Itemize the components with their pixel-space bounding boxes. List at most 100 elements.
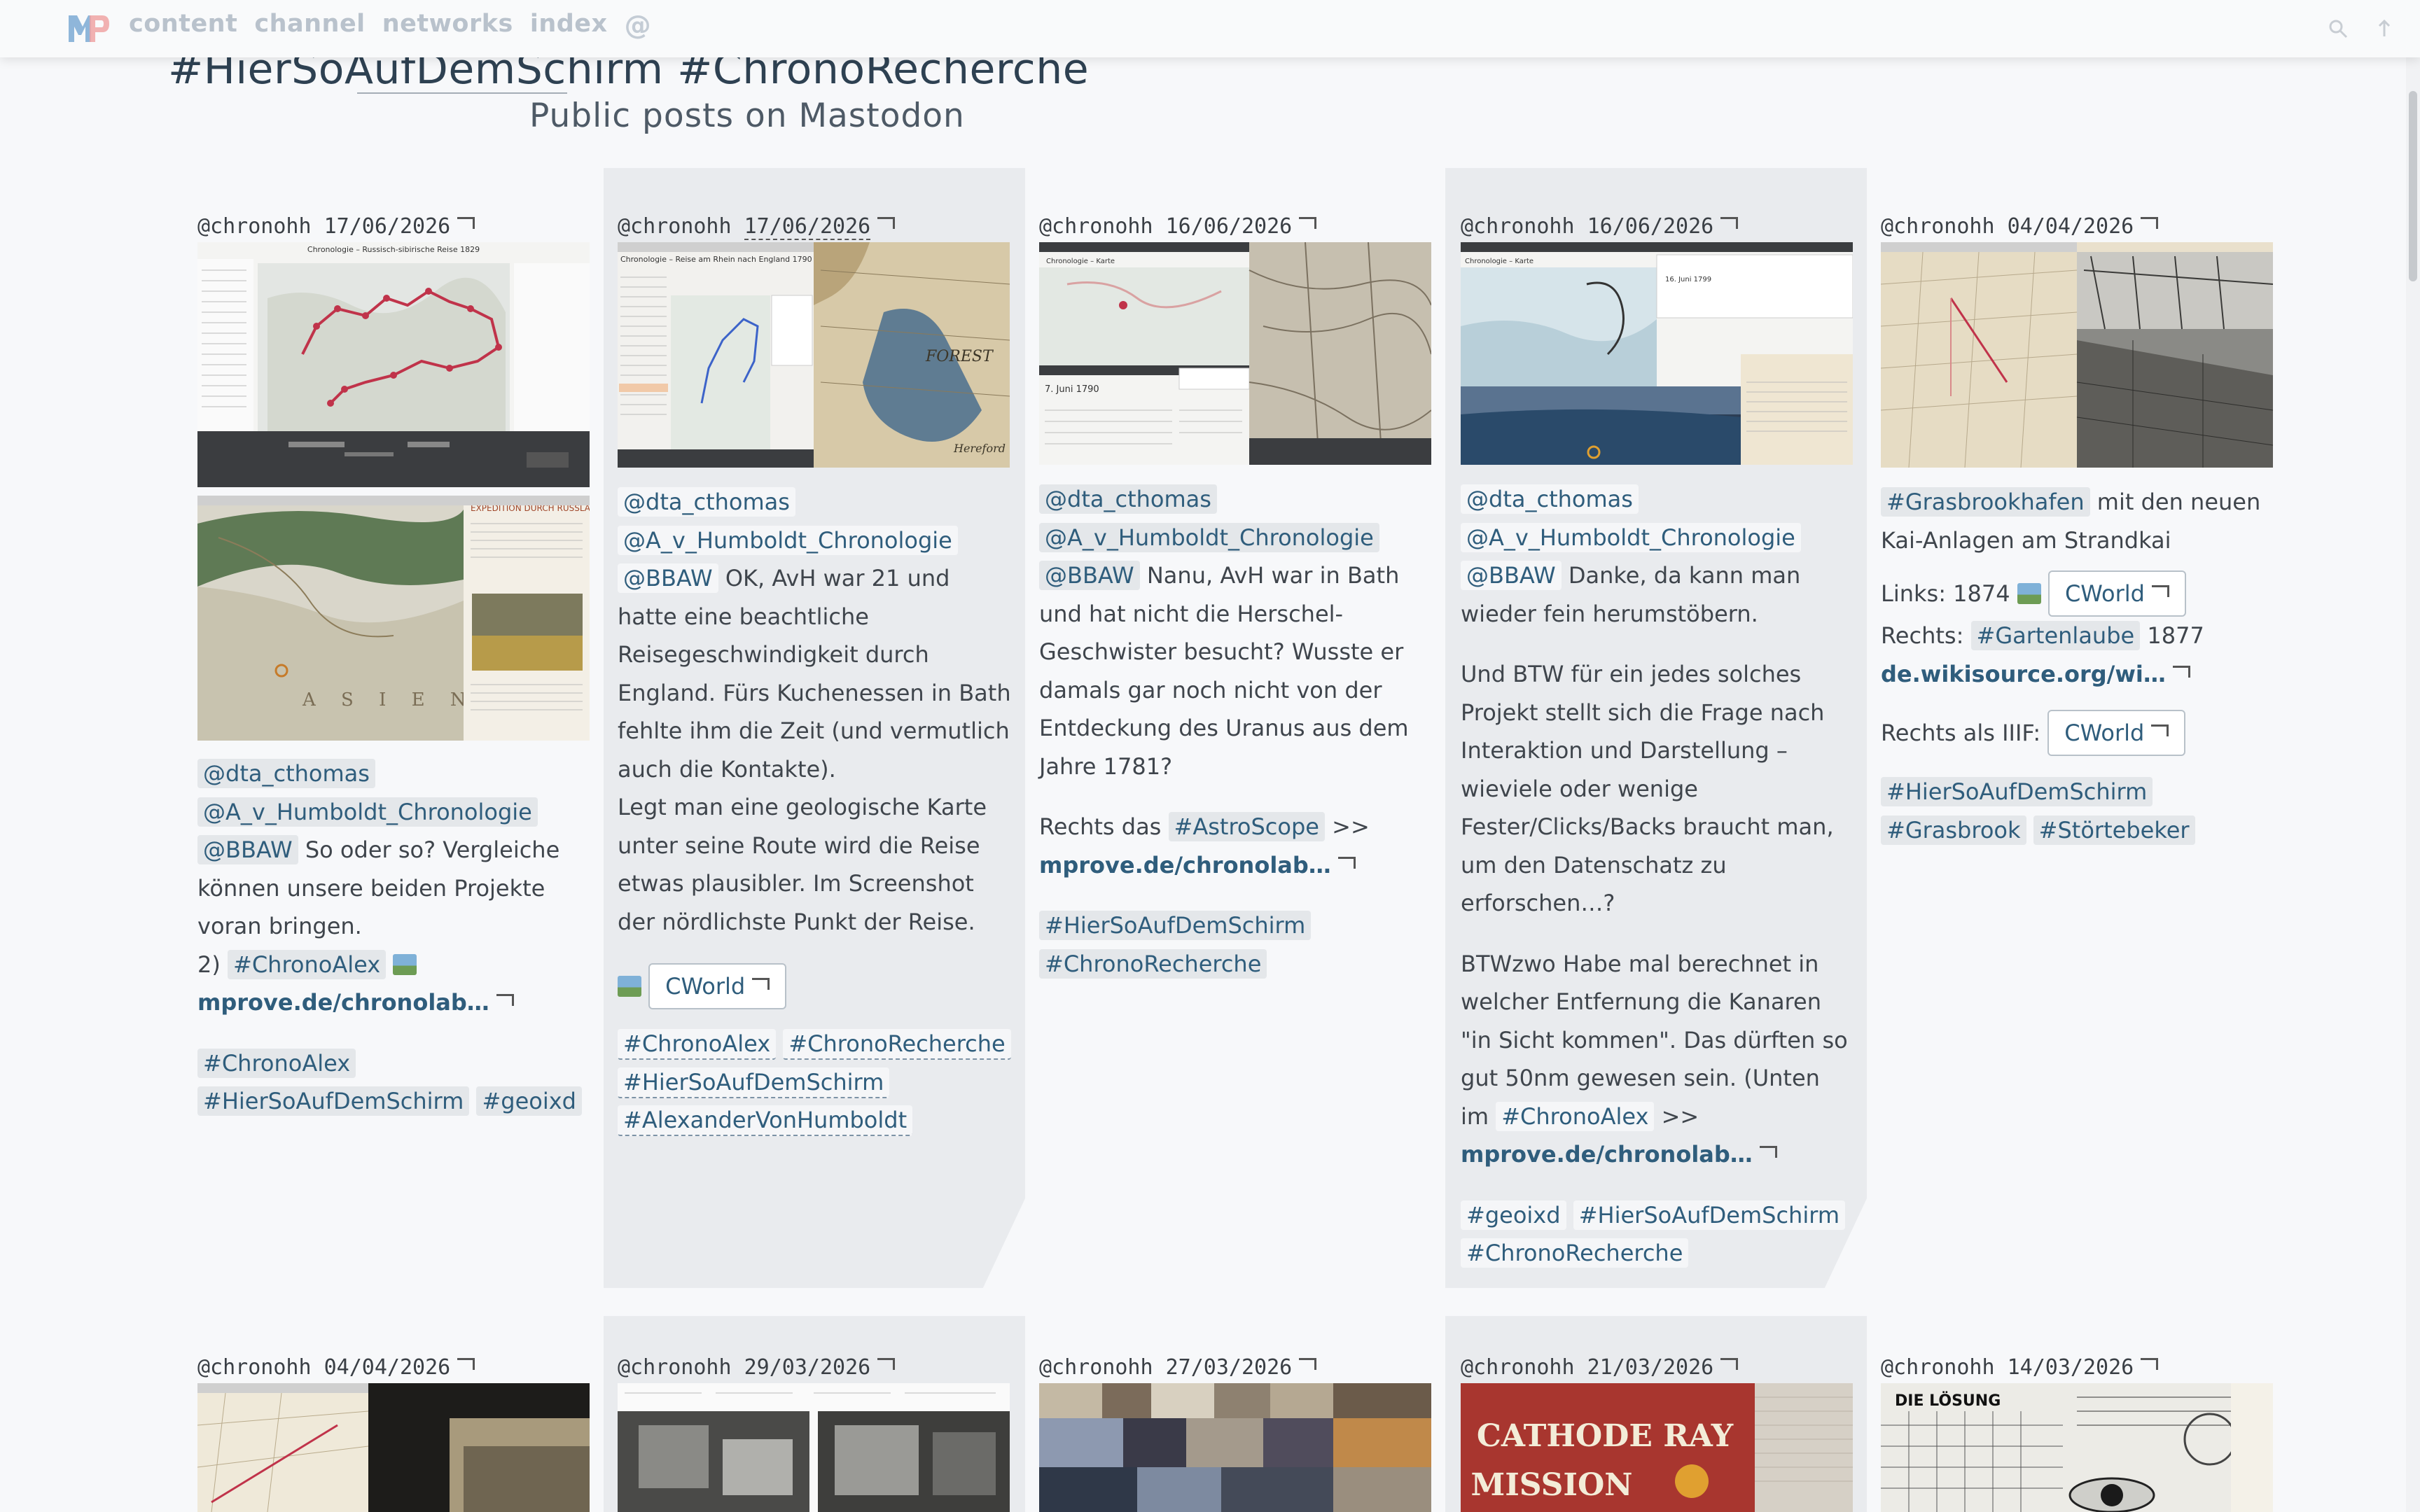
post-link[interactable]: de.wikisource.org/wi… bbox=[1881, 661, 2166, 687]
post-link[interactable]: mprove.de/chronolab… bbox=[1461, 1141, 1753, 1168]
external-link-icon[interactable] bbox=[1337, 856, 1356, 869]
external-link-icon[interactable] bbox=[877, 1358, 896, 1370]
hashtag[interactable]: #ChronoAlex bbox=[1496, 1101, 1655, 1131]
post-text: Nanu, AvH war in Bath und hat nicht die … bbox=[1039, 562, 1409, 780]
arrow-up-icon[interactable] bbox=[2374, 18, 2395, 39]
post-date[interactable]: 21/03/2026 bbox=[1587, 1355, 1714, 1380]
external-link-icon[interactable] bbox=[1299, 1358, 1317, 1370]
scrollbar-thumb[interactable] bbox=[2409, 91, 2417, 281]
post-author[interactable]: @chronohh bbox=[197, 1355, 312, 1380]
post-author[interactable]: @chronohh bbox=[1039, 214, 1153, 239]
mention[interactable]: @BBAW bbox=[1461, 561, 1562, 590]
mention[interactable]: @A_v_Humboldt_Chronologie bbox=[1461, 522, 1801, 552]
hashtag[interactable]: #ChronoAlex bbox=[197, 1048, 356, 1078]
post-link[interactable]: mprove.de/chronolab… bbox=[1039, 852, 1331, 878]
mention[interactable]: @dta_cthomas bbox=[197, 759, 375, 788]
external-link-icon[interactable] bbox=[457, 1358, 475, 1370]
external-link-icon[interactable] bbox=[457, 217, 475, 229]
external-link-icon[interactable] bbox=[2141, 1358, 2159, 1370]
external-link-icon[interactable] bbox=[1720, 217, 1739, 229]
hashtag[interactable]: #Grasbrook bbox=[1881, 815, 2026, 845]
post-date[interactable]: 27/03/2026 bbox=[1166, 1355, 1293, 1380]
hashtag[interactable]: #ChronoAlex bbox=[228, 949, 387, 979]
hashtag[interactable]: #ChronoRecherche bbox=[783, 1029, 1011, 1060]
mention[interactable]: @dta_cthomas bbox=[618, 487, 795, 517]
external-link-icon[interactable] bbox=[2172, 665, 2190, 678]
hashtag[interactable]: #Gartenlaube bbox=[1970, 621, 2141, 650]
post-author[interactable]: @chronohh bbox=[618, 1355, 732, 1380]
post-date[interactable]: 16/06/2026 bbox=[1587, 214, 1714, 239]
svg-text:A S I E N: A S I E N bbox=[302, 690, 476, 710]
nav-channel[interactable]: channel bbox=[254, 10, 365, 41]
post-date[interactable]: 29/03/2026 bbox=[744, 1355, 871, 1380]
post-date[interactable]: 17/06/2026 bbox=[324, 214, 451, 239]
post-author[interactable]: @chronohh bbox=[197, 214, 312, 239]
post-author[interactable]: @chronohh bbox=[1881, 214, 1995, 239]
mp-logo-icon[interactable] bbox=[67, 11, 111, 45]
hashtag[interactable]: #HierSoAufDemSchirm bbox=[1573, 1200, 1845, 1230]
post-date[interactable]: 04/04/2026 bbox=[324, 1355, 451, 1380]
post-author[interactable]: @chronohh bbox=[1881, 1355, 1995, 1380]
external-link-icon[interactable] bbox=[2141, 217, 2159, 229]
mention[interactable]: @A_v_Humboldt_Chronologie bbox=[197, 797, 538, 827]
hashtag[interactable]: #HierSoAufDemSchirm bbox=[1881, 777, 2153, 806]
hashtag[interactable]: #ChronoAlex bbox=[618, 1029, 777, 1060]
external-link-icon[interactable] bbox=[877, 217, 896, 229]
post-image[interactable]: CATHODE RAY MISSION bbox=[1461, 1383, 1853, 1512]
hashtag[interactable]: #geoixd bbox=[476, 1086, 582, 1116]
post-image[interactable]: DIE LÖSUNG bbox=[1881, 1383, 2273, 1512]
image-text: DIE LÖSUNG bbox=[1895, 1392, 2001, 1410]
post-date[interactable]: 14/03/2026 bbox=[2008, 1355, 2134, 1380]
nav-at[interactable]: @ bbox=[625, 10, 652, 41]
post-image[interactable]: Chronologie – Karte 16. Juni 1799 bbox=[1461, 242, 1853, 465]
svg-text:Hereford: Hereford bbox=[953, 442, 1006, 455]
hashtag[interactable]: #ChronoRecherche bbox=[1461, 1238, 1689, 1268]
cworld-button[interactable]: CWorld bbox=[2047, 710, 2186, 756]
post-date[interactable]: 04/04/2026 bbox=[2008, 214, 2134, 239]
mention[interactable]: @BBAW bbox=[197, 835, 298, 864]
post-link[interactable]: mprove.de/chronolab… bbox=[197, 989, 489, 1016]
cworld-button[interactable]: CWorld bbox=[648, 963, 787, 1009]
hashtag[interactable]: #AstroScope bbox=[1168, 812, 1325, 841]
nav-content[interactable]: content bbox=[129, 10, 237, 41]
nav-networks[interactable]: networks bbox=[382, 10, 513, 41]
hashtag[interactable]: #Störtebeker bbox=[2033, 815, 2195, 845]
post-body: @dta_cthomas @A_v_Humboldt_Chronologie @… bbox=[197, 755, 591, 1121]
post-author[interactable]: @chronohh bbox=[1039, 1355, 1153, 1380]
post-author[interactable]: @chronohh bbox=[1461, 214, 1575, 239]
post-image[interactable] bbox=[197, 1383, 590, 1512]
hashtag[interactable]: #Grasbrookhafen bbox=[1881, 487, 2090, 517]
mention[interactable]: @A_v_Humboldt_Chronologie bbox=[1039, 522, 1379, 552]
hashtag[interactable]: #geoixd bbox=[1461, 1200, 1566, 1230]
hashtag[interactable]: #HierSoAufDemSchirm bbox=[618, 1067, 890, 1098]
post-image[interactable] bbox=[618, 1383, 1010, 1512]
search-icon[interactable] bbox=[2328, 18, 2349, 39]
post-author[interactable]: @chronohh bbox=[1461, 1355, 1575, 1380]
post-image[interactable]: Chronologie – Russisch-sibirische Reise … bbox=[197, 242, 590, 487]
hashtag[interactable]: #HierSoAufDemSchirm bbox=[1039, 911, 1312, 940]
external-link-icon[interactable] bbox=[1299, 217, 1317, 229]
post-image[interactable]: A S I E N EXPEDITION DURCH RUSSLAND bbox=[197, 496, 590, 741]
hashtag[interactable]: #AlexanderVonHumboldt bbox=[618, 1105, 913, 1136]
post-image[interactable]: Chronologie – Reise am Rhein nach Englan… bbox=[618, 242, 1010, 468]
post-date[interactable]: 17/06/2026 bbox=[744, 214, 871, 240]
post-image[interactable] bbox=[1039, 1383, 1431, 1512]
scrollbar-track[interactable] bbox=[2406, 57, 2420, 1512]
mention[interactable]: @BBAW bbox=[1039, 561, 1140, 590]
external-link-icon[interactable] bbox=[1759, 1146, 1777, 1158]
mention[interactable]: @A_v_Humboldt_Chronologie bbox=[618, 525, 958, 555]
post-text: Links: 1874 bbox=[1881, 580, 2010, 607]
mention[interactable]: @dta_cthomas bbox=[1461, 484, 1639, 514]
post-image[interactable] bbox=[1881, 242, 2273, 468]
post-author[interactable]: @chronohh bbox=[618, 214, 732, 239]
post-image[interactable]: Chronologie – Karte 7. Juni 1790 bbox=[1039, 242, 1431, 465]
external-link-icon[interactable] bbox=[496, 994, 514, 1006]
nav-index[interactable]: index bbox=[530, 10, 608, 41]
mention[interactable]: @BBAW bbox=[618, 564, 718, 593]
hashtag[interactable]: #ChronoRecherche bbox=[1039, 948, 1267, 979]
cworld-button[interactable]: CWorld bbox=[2047, 570, 2186, 617]
external-link-icon[interactable] bbox=[1720, 1358, 1739, 1370]
mention[interactable]: @dta_cthomas bbox=[1039, 484, 1217, 514]
post-date[interactable]: 16/06/2026 bbox=[1166, 214, 1293, 239]
hashtag[interactable]: #HierSoAufDemSchirm bbox=[197, 1086, 470, 1116]
